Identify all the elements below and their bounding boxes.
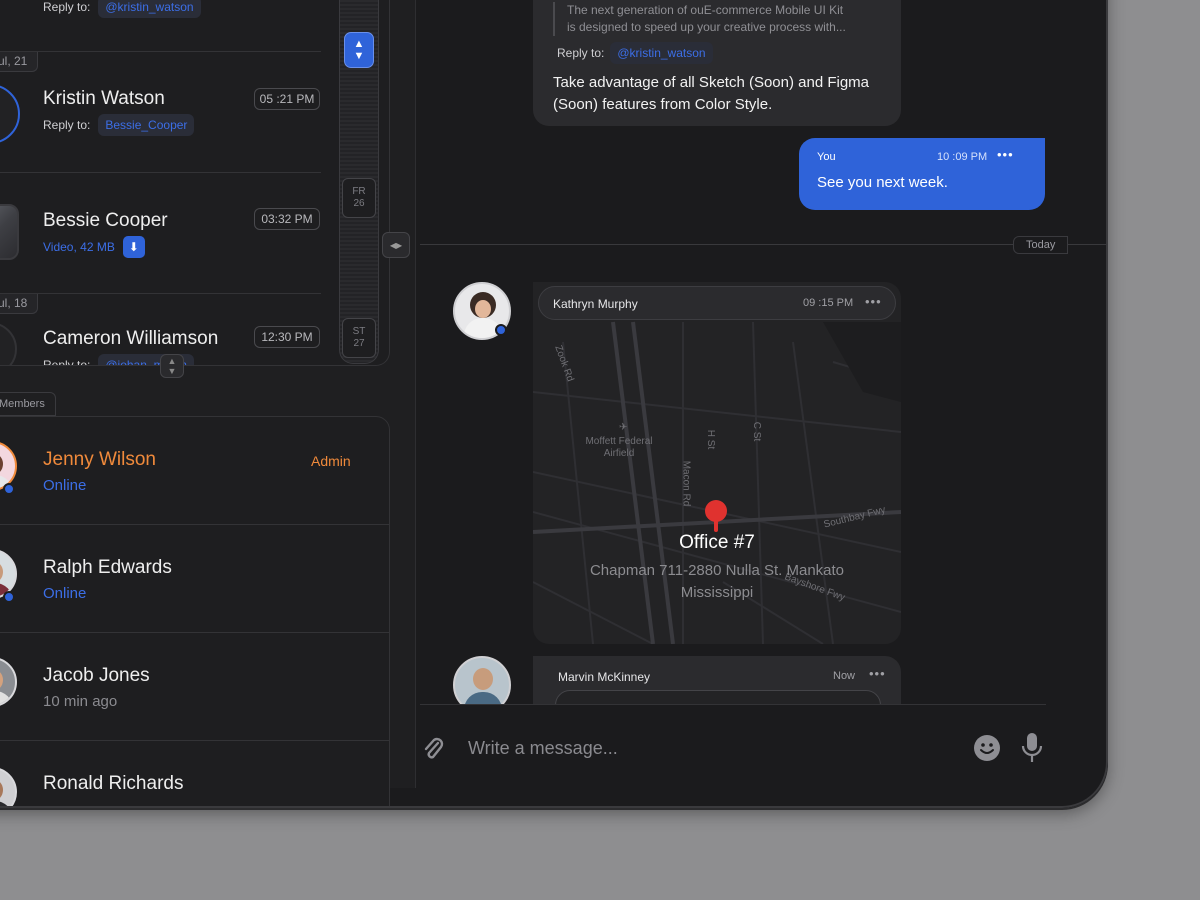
member-name: Jenny Wilson [43,449,156,470]
avatar [0,767,17,808]
date-group-label: Jul, 21 [0,52,39,72]
message-sender: Marvin McKinney [558,670,651,684]
location-message[interactable]: Moffett Federal Airfield ✈ Southbay Fwy … [533,282,901,644]
member-row[interactable]: Ralph Edwards Online [0,525,389,633]
date-divider-label: Today [1013,236,1069,254]
member-status: 10 min ago [43,693,118,710]
avatar [0,657,17,707]
reply-handle-chip[interactable]: @kristin_watson [98,0,201,18]
call-reply-line: Reply to: @kristin_watson [43,0,201,18]
quoted-text: The next generation of ouE-commerce Mobi… [553,2,853,36]
member-name: Ralph Edwards [43,557,172,578]
map-label: C St [751,421,763,442]
online-status-dot [495,324,507,336]
member-row[interactable]: Ronald Richards [0,741,389,808]
airport-icon: ✈ [619,422,628,433]
member-row[interactable]: Jenny Wilson Online Admin [0,417,389,525]
member-status: Online [43,477,87,494]
scrollbar[interactable] [389,0,390,56]
video-meta: Video, 42 MB [43,240,115,254]
video-thumbnail[interactable]: ▶ [0,204,19,260]
left-right-arrows-icon: ◀▶ [389,240,403,250]
left-sidebar: Reply to: @kristin_watson Jul, 21 ❚❚ Kri… [0,0,416,808]
message-sender: Kathryn Murphy [553,297,638,311]
call-contact-name: Bessie Cooper [43,210,168,231]
message-bubble[interactable]: The next generation of ouE-commerce Mobi… [533,0,901,126]
member-name: Ronald Richards [43,773,184,794]
divider [0,51,321,52]
date-group-label: Jul, 18 [0,294,39,314]
download-icon: ⬇ [128,240,139,254]
message-input[interactable] [468,735,948,761]
message-composer [420,704,1046,788]
divider [0,172,321,173]
up-down-arrows-icon: ▲ ▼ [353,38,365,62]
reply-handle-chip[interactable]: Bessie_Cooper [98,114,195,136]
more-options-icon[interactable]: ••• [865,294,882,309]
members-panel: Jenny Wilson Online Admin Ralph Edwards … [0,416,390,808]
message-bubble-outgoing[interactable]: You 10 :09 PM ••• See you next week. [799,138,1045,210]
more-options-icon[interactable]: ••• [869,666,886,681]
reply-handle-chip[interactable]: @kristin_watson [610,42,713,64]
up-down-arrows-icon: ▲ ▼ [167,356,177,376]
message-reply-line: Reply to: @kristin_watson [557,42,713,64]
date-divider [420,244,1108,245]
split-resize-handle[interactable]: ◀▶ [382,232,410,258]
message-time: 09 :15 PM [803,297,854,309]
download-button[interactable]: ⬇ [122,236,145,258]
member-name: Jacob Jones [43,665,150,686]
app-window: Reply to: @kristin_watson Jul, 21 ❚❚ Kri… [0,0,1108,808]
call-reply-line: Reply to: Bessie_Cooper [43,114,195,136]
role-badge: Admin [311,453,351,469]
panel-resize-handle[interactable]: ▲ ▼ [160,354,184,378]
location-address: Chapman 711-2880 Nulla St. Mankato Missi… [589,562,845,601]
call-contact-name: Cameron Williamson [43,328,219,349]
play-button[interactable]: ▶ [0,322,17,365]
pause-icon: ❚❚ [0,105,3,123]
call-time: 05 :21 PM [254,88,320,110]
message-time: 10 :09 PM [937,151,988,163]
video-meta-line: Video, 42 MB ⬇ [43,236,145,258]
date-timeline-scrubber[interactable]: ▲ ▼ FR 26 ST 27 [339,0,379,364]
message-sender: You [817,151,836,163]
location-name: Office #7 [679,532,755,553]
member-row[interactable]: Jacob Jones 10 min ago [0,633,389,741]
call-history-panel: Reply to: @kristin_watson Jul, 21 ❚❚ Kri… [0,0,390,366]
timeline-day-marker[interactable]: FR 26 [342,178,376,218]
members-tab[interactable]: Members [0,392,56,416]
divider [0,293,321,294]
member-status: Online [43,585,87,602]
call-time: 12:30 PM [254,326,320,348]
timeline-day-marker[interactable]: ST 27 [342,318,376,358]
map-label: H St [705,429,717,450]
call-contact-name: Kristin Watson [43,88,165,109]
online-status-dot [3,483,15,495]
message-text: Take advantage of all Sketch (Soon) and … [553,74,870,113]
more-options-icon[interactable]: ••• [997,147,1014,162]
call-time: 03:32 PM [254,208,320,230]
pause-button[interactable]: ❚❚ [0,84,20,144]
microphone-icon[interactable] [1020,731,1044,765]
chat-pane: ◀▶ The next generation of ouE-commerce M… [382,0,1108,808]
timeline-handle[interactable]: ▲ ▼ [344,32,374,68]
message-text: See you next week. [817,174,948,191]
message-time: Now [833,670,856,682]
map-label: Moffett Federal Airfield [585,436,653,459]
message-header: Kathryn Murphy 09 :15 PM ••• [538,286,896,320]
attach-icon[interactable] [420,733,446,763]
location-pin-icon[interactable] [705,500,727,532]
online-status-dot [3,591,15,603]
emoji-icon[interactable] [972,733,1002,763]
map-label: Macon Rd [680,460,692,507]
